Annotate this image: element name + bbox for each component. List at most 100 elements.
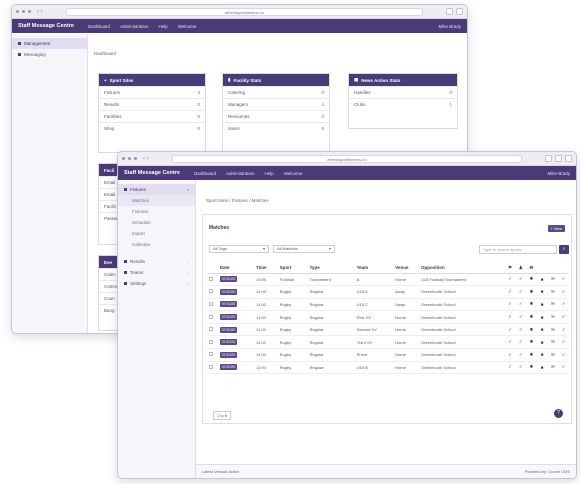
sidebar-item-settings[interactable]: Settings › [118,278,195,289]
date-badge[interactable]: 07/10/20 [219,276,238,283]
add-tab-icon[interactable] [565,155,572,162]
help-icon[interactable]: ? [554,409,563,418]
star-icon[interactable]: ✱ [526,298,537,312]
star-icon[interactable]: ✱ [526,323,537,337]
check-icon[interactable]: ✓ [558,335,569,350]
url-bar[interactable]: athenasportsteams.co [171,154,522,163]
nav-administration[interactable]: Administration [226,171,255,176]
window-minimize-dot[interactable] [22,10,25,13]
square-icon[interactable]: ■ [536,323,548,337]
check-icon[interactable]: ✓ [515,335,527,350]
card-row[interactable]: Handles 0 [349,86,457,98]
date-badge[interactable]: 07/10/20 [219,351,238,358]
search-input[interactable]: Type to search sports [479,245,557,254]
table-row[interactable]: 07/10/20 11:00 Rugby Regular Third XV Home Gre… [207,335,569,350]
breadcrumb-item[interactable]: Sport Sites [206,198,228,203]
check-icon[interactable]: ✓ [515,361,527,375]
table-row[interactable]: 07/10/20 11:00 Rugby Regular First XV Home Gre… [207,310,569,324]
card-row[interactable]: Clubs 1 [349,98,457,110]
square-icon[interactable]: ■ [536,310,548,324]
url-bar[interactable]: athenasportsteams.co [65,7,423,16]
card-row[interactable]: Shop 0 [99,122,205,134]
row-checkbox[interactable] [209,276,213,281]
card-row[interactable]: Managers 4 [223,98,329,110]
square-icon[interactable]: ■ [536,348,548,362]
tag-filter-select[interactable]: All Tags ▾ [209,245,269,253]
share-icon[interactable] [446,8,453,15]
row-checkbox[interactable] [209,289,213,294]
sidebar-item-matches[interactable]: Matches [118,195,195,206]
check-icon[interactable]: ✓ [504,361,516,375]
check-icon[interactable]: ✓ [504,323,516,337]
window-close-dot[interactable] [122,157,125,160]
check-icon[interactable]: ✓ [558,348,569,362]
check-icon[interactable]: ✓ [504,273,516,287]
nav-welcome[interactable]: Welcome [178,24,197,29]
star-icon[interactable]: ✱ [526,285,537,299]
nav-dashboard[interactable]: Dashboard [194,171,216,176]
check-icon[interactable]: ✓ [515,348,527,362]
row-checkbox[interactable] [209,352,213,357]
row-checkbox[interactable] [209,314,213,319]
window-minimize-dot[interactable] [128,157,131,160]
column-header-time[interactable]: Time [254,263,278,274]
check-icon[interactable]: ✓ [515,298,527,312]
sidebar-item-import[interactable]: Import [118,228,195,239]
star-icon[interactable]: ✱ [526,361,537,375]
square-icon[interactable]: ■ [536,285,548,299]
sidebar-item-schedule[interactable]: Schedule [118,217,195,228]
column-header-opposition[interactable]: Opposition [419,263,505,274]
pagination-info[interactable]: 1 to 8 [213,411,232,420]
check-icon[interactable]: ✓ [558,361,569,375]
nav-dashboard[interactable]: Dashboard [88,24,110,29]
message-icon[interactable]: ✉ [547,298,559,312]
nav-help[interactable]: Help [158,24,167,29]
share-icon[interactable] [545,155,552,162]
sidebar-item-messaging[interactable]: Messaging [12,49,87,60]
match-filter-select[interactable]: All Matches ▾ [273,245,335,253]
breadcrumb-item[interactable]: Fixtures [232,198,248,203]
select-all-header[interactable] [207,263,218,274]
window-zoom-dot[interactable] [134,157,137,160]
column-header-sport[interactable]: Sport [277,263,308,274]
card-row[interactable]: Results 0 [99,98,205,110]
star-icon[interactable]: ✱ [526,348,537,362]
window-zoom-dot[interactable] [28,10,31,13]
star-icon[interactable]: ✱ [526,335,537,350]
check-icon[interactable]: ✓ [558,323,569,337]
column-header-team[interactable]: Team [354,263,394,274]
sidebar-item-management[interactable]: Management [12,38,87,49]
card-row[interactable]: Fixtures 3 [99,86,205,98]
row-checkbox[interactable] [209,364,213,369]
card-row[interactable]: Resources 0 [223,110,329,122]
message-icon[interactable]: ✉ [547,361,559,375]
check-icon[interactable]: ✓ [515,273,527,287]
check-icon[interactable]: ✓ [504,310,516,324]
check-icon[interactable]: ✓ [504,285,516,299]
table-row[interactable]: 07/10/20 11:00 Rugby Regular Second XV Home Gr… [207,323,569,337]
check-icon[interactable]: ✓ [558,273,569,287]
back-arrow-icon[interactable]: ‹ › [37,9,43,15]
date-badge[interactable]: 07/10/20 [219,339,238,346]
card-row[interactable]: Catering 0 [223,86,329,98]
column-header-date[interactable]: Date [217,263,255,274]
sidebar-item-results[interactable]: Results › [118,256,195,267]
app-brand[interactable]: Staff Message Centre [18,23,74,29]
nav-welcome[interactable]: Welcome [284,171,303,176]
sidebar-item-fixtures[interactable]: Fixtures ▾ [118,184,195,195]
check-icon[interactable]: ✓ [504,335,516,350]
check-icon[interactable]: ✓ [515,310,527,324]
message-icon[interactable]: ✉ [547,310,559,324]
nav-administration[interactable]: Administration [120,24,149,29]
tabs-icon[interactable] [456,8,463,15]
date-badge[interactable]: 07/10/20 [219,314,238,321]
table-row[interactable]: 07/10/20 11:00 Rugby Regular Prime Home Greenh… [207,348,569,362]
message-icon[interactable]: ✉ [547,335,559,350]
date-badge[interactable]: 07/10/20 [219,364,238,371]
search-icon[interactable]: ⌕ [559,245,569,254]
sidebar-item-calendar[interactable]: Calendar [118,239,195,250]
column-header-venue[interactable]: Venue [393,263,419,274]
window-close-dot[interactable] [16,10,19,13]
check-icon[interactable]: ✓ [558,285,569,299]
back-arrow-icon[interactable]: ‹ › [143,156,149,162]
